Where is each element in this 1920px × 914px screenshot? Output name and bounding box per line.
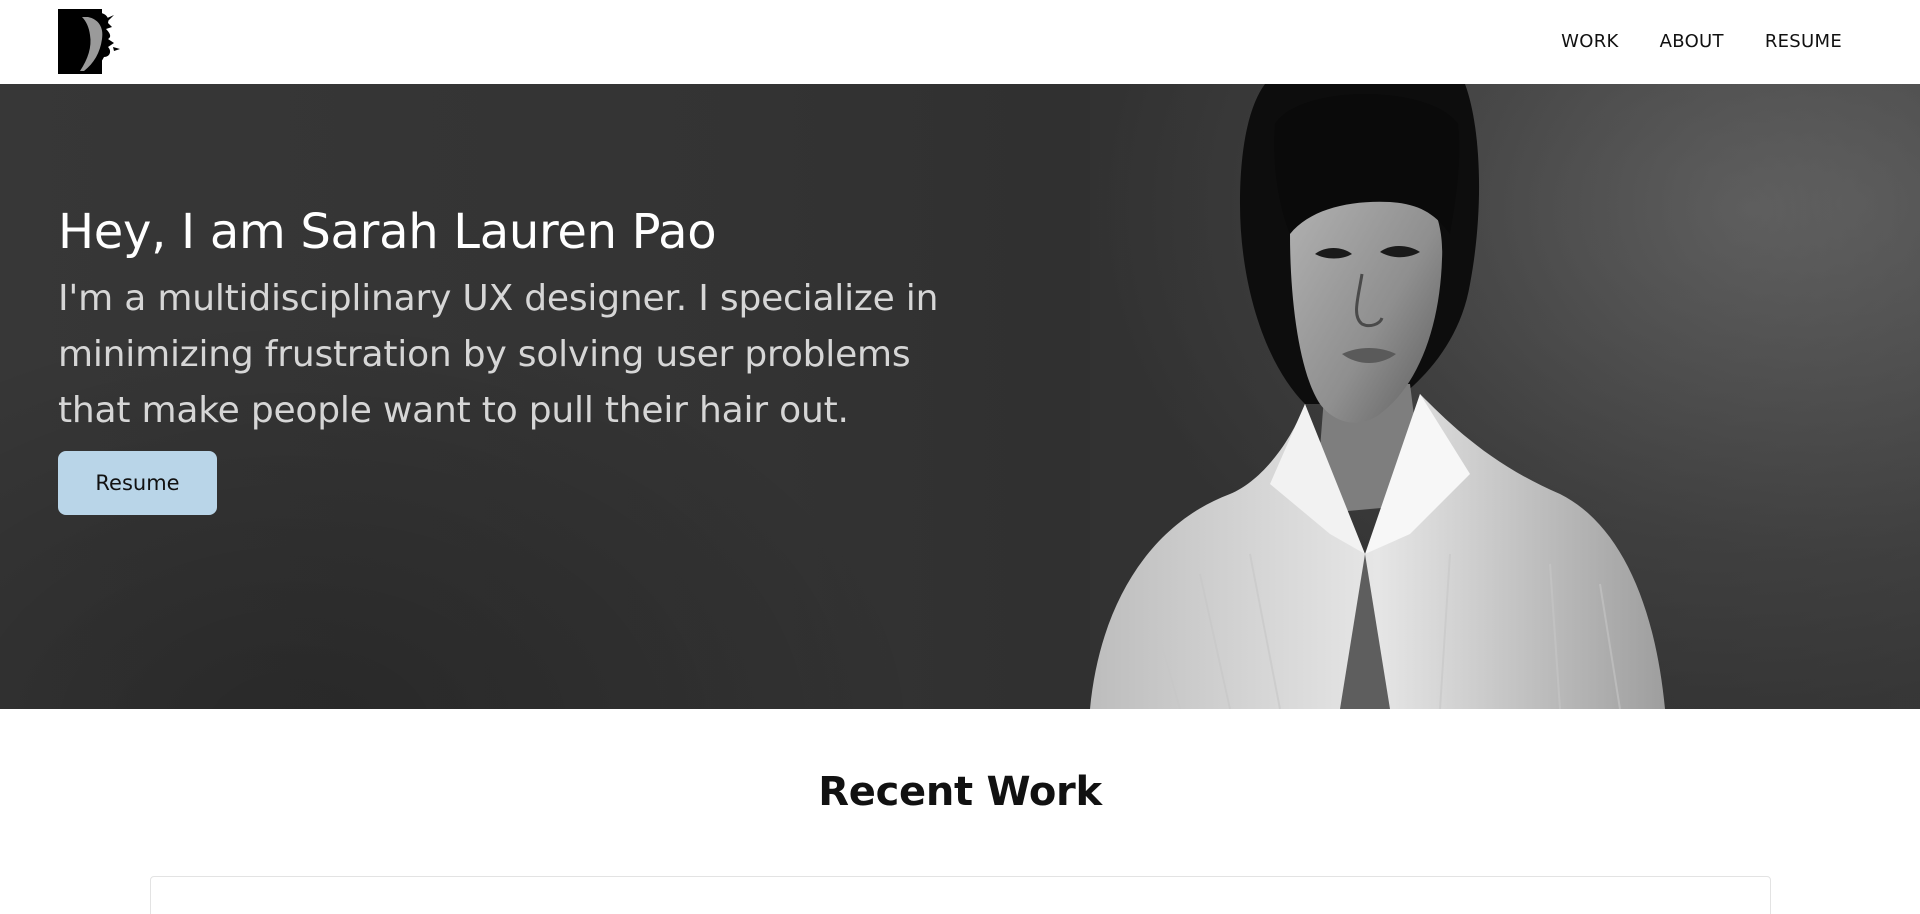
nav-work-link[interactable]: WORK	[1561, 28, 1618, 56]
face-silhouette-logo-icon[interactable]	[58, 9, 124, 74]
hero-section: Hey, I am Sarah Lauren Pao I'm a multidi…	[0, 84, 1920, 709]
recent-work-title: Recent Work	[818, 769, 1102, 815]
nav-about-link[interactable]: ABOUT	[1660, 28, 1724, 56]
portrait-photo	[1090, 84, 1920, 709]
work-card[interactable]	[150, 876, 1771, 914]
resume-button[interactable]: Resume	[58, 451, 217, 515]
hero-subtitle: I'm a multidisciplinary UX designer. I s…	[58, 278, 939, 431]
site-header: WORK ABOUT RESUME	[0, 0, 1920, 84]
nav-resume-link[interactable]: RESUME	[1765, 28, 1842, 56]
main-nav: WORK ABOUT RESUME	[1561, 28, 1842, 56]
hero-title: Hey, I am Sarah Lauren Pao	[58, 204, 717, 260]
